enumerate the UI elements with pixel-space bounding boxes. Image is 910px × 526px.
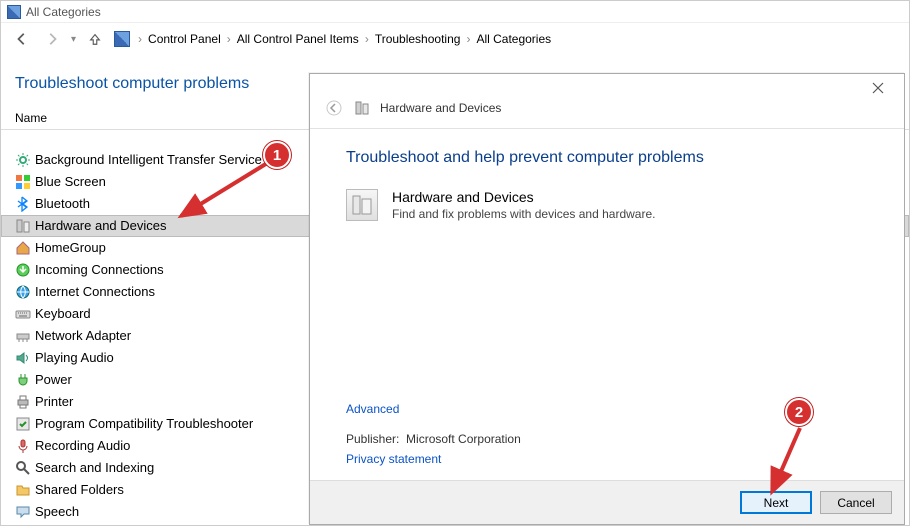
plug-icon [15,372,31,388]
gear-icon [15,152,31,168]
item-title: Hardware and Devices [392,189,655,205]
net-icon [15,328,31,344]
list-item-label: Shared Folders [35,481,124,499]
list-item-label: Network Adapter [35,327,131,345]
publisher-label: Publisher: [346,432,399,446]
tiles-icon [15,174,31,190]
publisher-value: Microsoft Corporation [406,432,521,446]
list-item-label: Playing Audio [35,349,114,367]
annotation-badge-2: 2 [785,398,813,426]
crumb-all-categories[interactable]: All Categories [476,32,551,46]
item-subtitle: Find and fix problems with devices and h… [392,207,655,221]
list-item-label: Blue Screen [35,173,106,191]
chevron-right-icon: › [227,32,231,46]
folder-icon [15,482,31,498]
troubleshooter-item[interactable]: Hardware and Devices Find and fix proble… [346,189,868,221]
crumb-control-panel[interactable]: Control Panel [148,32,221,46]
list-item-label: Bluetooth [35,195,90,213]
explorer-window: All Categories ▾ › Control Panel › All C… [0,0,910,526]
control-panel-icon [114,31,130,47]
arrow-right-icon [45,32,59,46]
breadcrumb[interactable]: › Control Panel › All Control Panel Item… [114,31,551,47]
mic-icon [15,438,31,454]
globe-icon [15,284,31,300]
titlebar: All Categories [1,1,909,23]
navbar: ▾ › Control Panel › All Control Panel It… [1,23,909,55]
chevron-right-icon: › [365,32,369,46]
chevron-right-icon: › [466,32,470,46]
list-item-label: Power [35,371,72,389]
dialog-close-button[interactable] [860,78,896,98]
prog-icon [15,416,31,432]
dialog-footer: Next Cancel [310,480,904,524]
arrow-up-icon [88,32,102,46]
dialog-main-heading: Troubleshoot and help prevent computer p… [346,149,868,167]
kbd-icon [15,306,31,322]
privacy-statement-link[interactable]: Privacy statement [346,452,868,466]
home-icon [15,240,31,256]
list-item-label: Internet Connections [35,283,155,301]
cancel-button[interactable]: Cancel [820,491,892,514]
crumb-troubleshooting[interactable]: Troubleshooting [375,32,461,46]
device-icon [15,218,31,234]
arrow-left-icon [326,100,342,116]
arrow-left-icon [15,32,29,46]
list-item-label: Printer [35,393,73,411]
list-item-label: Incoming Connections [35,261,164,279]
window-title: All Categories [26,5,101,19]
nav-back-button[interactable] [11,28,33,50]
list-item-label: HomeGroup [35,239,106,257]
search-icon [15,460,31,476]
speaker-icon [15,350,31,366]
list-item-label: Background Intelligent Transfer Service [35,151,262,169]
list-item-label: Recording Audio [35,437,130,455]
net-in-icon [15,262,31,278]
list-item-label: Keyboard [35,305,91,323]
chevron-right-icon: › [138,32,142,46]
nav-forward-button[interactable] [41,28,63,50]
troubleshooter-dialog: Hardware and Devices Troubleshoot and he… [309,73,905,525]
close-icon [872,82,884,94]
annotation-badge-1: 1 [263,141,291,169]
list-item-label: Program Compatibility Troubleshooter [35,415,253,433]
printer-icon [15,394,31,410]
crumb-all-items[interactable]: All Control Panel Items [237,32,359,46]
recent-locations-dropdown[interactable]: ▾ [71,34,76,45]
nav-up-button[interactable] [84,28,106,50]
dialog-header-title: Hardware and Devices [380,101,501,115]
dialog-back-button[interactable] [324,98,344,118]
device-icon [354,100,370,116]
device-icon [346,189,378,221]
list-item-label: Hardware and Devices [35,217,167,235]
publisher-line: Publisher: Microsoft Corporation [346,432,868,446]
bt-icon [15,196,31,212]
speech-icon [15,504,31,520]
list-item-label: Search and Indexing [35,459,154,477]
list-item-label: Speech [35,503,79,521]
next-button[interactable]: Next [740,491,812,514]
app-icon [7,5,21,19]
